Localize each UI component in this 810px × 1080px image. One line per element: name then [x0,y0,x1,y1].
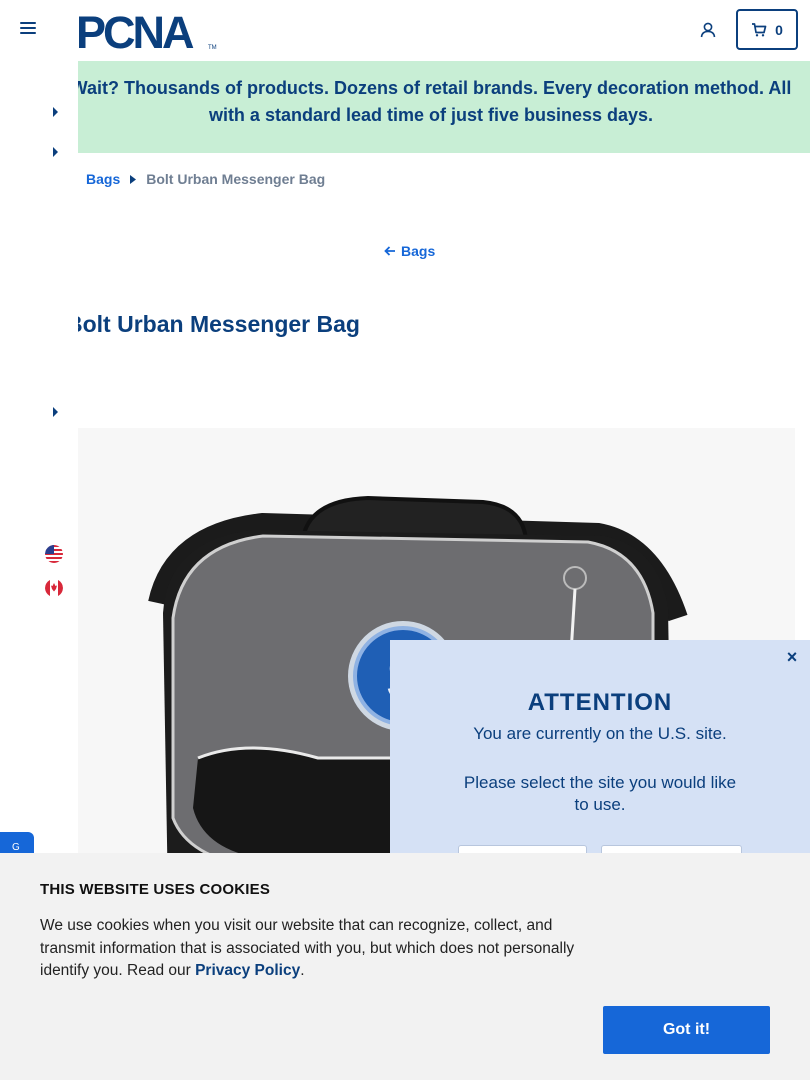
feedback-tab-label: G [12,842,20,853]
cookie-text-body: We use cookies when you visit our websit… [40,917,575,979]
breadcrumb: Bags Bolt Urban Messenger Bag [86,171,325,187]
modal-select-site-text: Please select the site you would like to… [463,773,737,814]
user-account-icon[interactable] [698,20,718,40]
chevron-right-icon[interactable] [52,406,60,418]
chevron-right-icon[interactable] [52,146,60,158]
back-link-label: Bags [401,243,436,259]
breadcrumb-current: Bolt Urban Messenger Bag [146,171,326,187]
logo-trademark: TM [208,45,217,51]
arrow-left-icon [384,246,395,256]
cart-icon [752,22,767,36]
cookie-text: We use cookies when you visit our websit… [40,915,605,983]
accept-cookies-button[interactable]: Got it! [603,1006,770,1054]
cookie-title: THIS WEBSITE USES COOKIES [40,881,271,898]
left-rail-mask [0,300,78,350]
site-header: PCNA TM 0 [0,0,810,61]
chevron-right-icon[interactable] [52,106,60,118]
us-flag-icon[interactable] [45,545,63,563]
promo-banner: Wait? Thousands of products. Dozens of r… [71,61,810,153]
pcna-logo[interactable]: PCNA TM [76,7,224,58]
logo-text: PCNA [76,10,194,52]
page-title: Bolt Urban Messenger Bag [66,311,360,337]
cart-count: 0 [775,21,783,38]
cookie-banner: THIS WEBSITE USES COOKIES We use cookies… [0,853,810,1080]
modal-current-site-text: You are currently on the U.S. site. [473,724,727,743]
privacy-policy-link[interactable]: Privacy Policy [195,962,300,979]
cookie-text-end: . [300,962,305,979]
cart-button[interactable]: 0 [736,9,798,50]
back-to-bags-link[interactable]: Bags [384,243,435,259]
promo-banner-text: Wait? Thousands of products. Dozens of r… [70,78,792,125]
canada-flag-icon[interactable] [45,579,63,597]
modal-title: ATTENTION [527,689,673,716]
breadcrumb-separator-icon [130,174,137,184]
menu-icon[interactable] [20,22,36,38]
site-select-modal: × ATTENTION You are currently on the U.S… [390,640,810,885]
breadcrumb-link-bags[interactable]: Bags [86,171,120,187]
close-icon[interactable]: × [784,648,800,666]
